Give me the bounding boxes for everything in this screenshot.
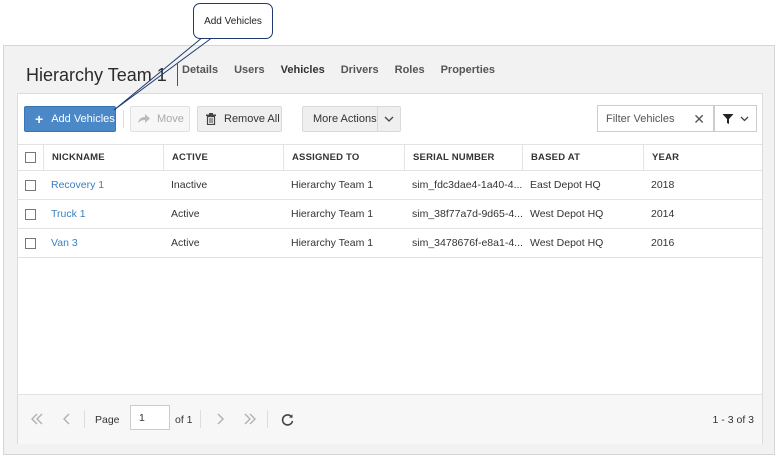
callout-add-vehicles: Add Vehicles <box>193 3 273 39</box>
callout-text: Add Vehicles <box>204 15 262 27</box>
callout-pointer <box>113 36 214 111</box>
